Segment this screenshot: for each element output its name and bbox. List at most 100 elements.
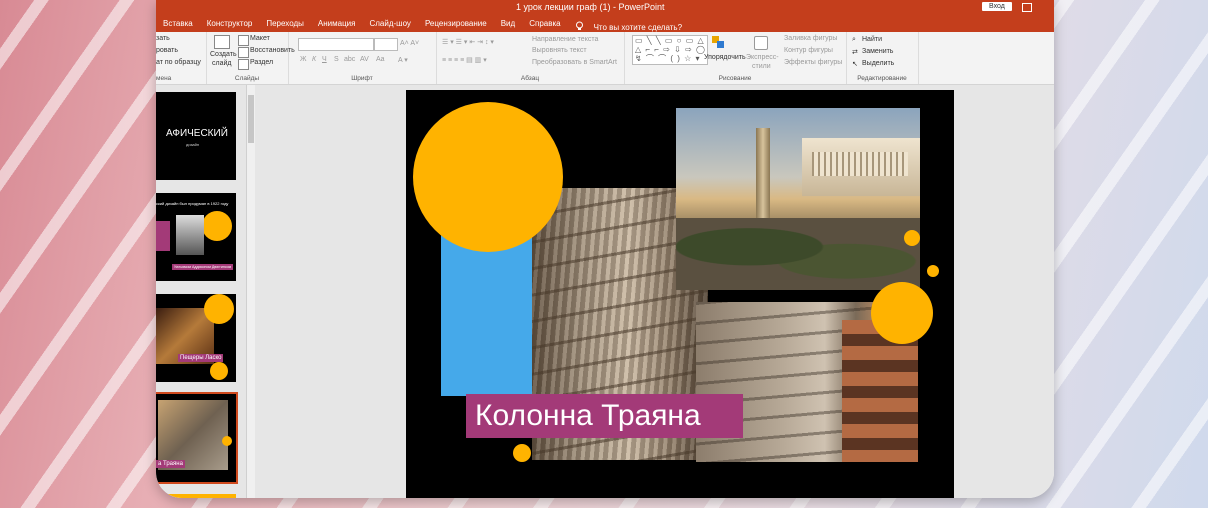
- font-size-dropdown[interactable]: [374, 38, 398, 51]
- thumbnail-3-circle-2: [210, 362, 228, 380]
- thumbnails-scrollbar[interactable]: [246, 85, 255, 498]
- window-title: 1 урок лекции граф (1) - PowerPoint: [516, 2, 665, 12]
- spacing-button[interactable]: AV: [360, 56, 369, 63]
- thumbnail-2-circle: [202, 211, 232, 241]
- tab-help[interactable]: Справка: [522, 16, 567, 32]
- strike-button[interactable]: abc: [344, 56, 355, 63]
- yellow-dot-1: [904, 230, 920, 246]
- slide-caption-text: Колонна Траяна: [475, 399, 701, 432]
- title-bar: 1 урок лекции граф (1) - PowerPoint Вход: [156, 0, 1054, 16]
- tab-view[interactable]: Вид: [494, 16, 522, 32]
- clipboard-group: зать ровать ат по образцу мена: [156, 32, 207, 84]
- font-grow-icon[interactable]: A˄ A˅: [400, 40, 419, 47]
- tab-design[interactable]: Конструктор: [200, 16, 260, 32]
- shape-fill-button[interactable]: Заливка фигуры: [784, 35, 837, 42]
- thumbnail-1-title: АФИЧЕСКИЙ: [166, 128, 228, 139]
- signin-button[interactable]: Вход: [982, 2, 1012, 11]
- slide-thumbnails-panel: АФИЧЕСКИЙ дизайн ский дизайн был придума…: [156, 85, 255, 498]
- paste-button[interactable]: зать: [156, 35, 170, 42]
- shape-effects-button[interactable]: Эффекты фигуры: [784, 59, 842, 66]
- thumbnail-2-caption: Уильямом Аддисоном Двиггинсом: [172, 264, 234, 270]
- quick-styles-icon[interactable]: [754, 36, 768, 50]
- trees: [676, 218, 920, 290]
- select-button[interactable]: Выделить: [862, 60, 894, 67]
- bold-button[interactable]: Ж: [300, 56, 306, 63]
- tell-me-box[interactable]: Что вы хотите сделать?: [568, 16, 696, 32]
- quick-styles-button-2[interactable]: стили: [752, 63, 771, 70]
- paragraph-group: ☰ ▾ ☰ ▾ ⇤ ⇥ ↕ ▾ Направление текста Выров…: [436, 32, 625, 84]
- layout-icon: [238, 35, 249, 46]
- new-slide-button-2[interactable]: слайд: [212, 60, 231, 67]
- tab-review[interactable]: Рецензирование: [418, 16, 494, 32]
- thumbnail-2-bar: [156, 221, 170, 251]
- right-gutter: [954, 85, 1054, 498]
- drawing-label: Рисование: [718, 75, 752, 82]
- find-button[interactable]: Найти: [862, 36, 882, 43]
- font-name-dropdown[interactable]: [298, 38, 374, 51]
- slide-caption-box[interactable]: Колонна Траяна: [466, 394, 743, 438]
- format-painter-button[interactable]: ат по образцу: [156, 59, 201, 66]
- align-icons[interactable]: ≡ ≡ ≡ ≡ ▤ ▥ ▾: [442, 56, 487, 64]
- powerpoint-window: 1 урок лекции граф (1) - PowerPoint Вход…: [156, 0, 1054, 498]
- thumbnail-2-text: ский дизайн был придуман в 1922 году: [156, 201, 229, 206]
- font-group: A˄ A˅ Ж К Ч S abc AV Aa A ▾ Шрифт: [288, 32, 437, 84]
- search-icon: ⌕: [852, 36, 856, 43]
- tab-transitions[interactable]: Переходы: [259, 16, 311, 32]
- reset-icon: [238, 47, 249, 58]
- arrange-icon[interactable]: [712, 36, 724, 48]
- new-slide-icon[interactable]: [214, 35, 230, 49]
- slide-thumbnail-1[interactable]: АФИЧЕСКИЙ дизайн: [156, 92, 236, 180]
- scrollbar-thumb[interactable]: [248, 95, 254, 143]
- ribbon-tabs: Вставка Конструктор Переходы Анимация Сл…: [156, 16, 1054, 32]
- section-button[interactable]: Раздел: [250, 59, 273, 66]
- edit-area: АФИЧЕСКИЙ дизайн ский дизайн был придума…: [156, 85, 1054, 498]
- thumbnail-1-subtitle: дизайн: [186, 142, 200, 147]
- slide-thumbnail-3[interactable]: Пещеры Ласко: [156, 294, 236, 382]
- slides-group: Создать слайд Макет Восстановить Раздел …: [206, 32, 295, 84]
- yellow-circle-large: [413, 102, 563, 252]
- copy-button[interactable]: ровать: [156, 47, 178, 54]
- italic-button[interactable]: К: [312, 56, 316, 63]
- arrange-button[interactable]: Упорядочить: [704, 54, 746, 61]
- slides-label: Слайды: [234, 75, 260, 82]
- monument-colonnade: [812, 152, 908, 176]
- font-label: Шрифт: [351, 75, 373, 82]
- forum-photo: [676, 108, 920, 290]
- slide-thumbnail-5[interactable]: [156, 494, 236, 498]
- text-direction-button[interactable]: Направление текста: [532, 36, 598, 43]
- smartart-button[interactable]: Преобразовать в SmartArt: [532, 59, 617, 66]
- align-text-button[interactable]: Выровнять текст: [532, 47, 587, 54]
- current-slide[interactable]: Колонна Траяна: [406, 90, 954, 498]
- layout-button[interactable]: Макет: [250, 35, 270, 42]
- shape-outline-button[interactable]: Контур фигуры: [784, 47, 833, 54]
- lightbulb-icon: [575, 21, 583, 30]
- shapes-gallery[interactable]: ▭ ╲ ╲ ▭ ○ ▭ △ △ ⌐ ⌐ ⇨ ⇩ ⇨ ◯ ↯ ⌒ ⌒ ( ) ☆ ▾: [632, 35, 708, 65]
- replace-button[interactable]: Заменить: [862, 48, 893, 55]
- quick-styles-button[interactable]: Экспресс-: [746, 54, 779, 61]
- ribbon-display-icon[interactable]: [1022, 3, 1032, 12]
- font-color-icon[interactable]: A ▾: [398, 56, 408, 64]
- underline-button[interactable]: Ч: [322, 56, 327, 63]
- case-button[interactable]: Aa: [376, 56, 385, 63]
- yellow-dot-3: [513, 444, 531, 462]
- tab-slideshow[interactable]: Слайд-шоу: [362, 16, 417, 32]
- tell-me-text: Что вы хотите сделать?: [593, 22, 683, 32]
- thumbnail-4-circle: [222, 436, 232, 446]
- section-icon: [238, 59, 249, 70]
- editing-label: Редактирование: [857, 75, 907, 82]
- thumbnail-3-caption: Пещеры Ласко: [178, 354, 224, 362]
- yellow-dot-2: [927, 265, 939, 277]
- tab-insert[interactable]: Вставка: [156, 16, 200, 32]
- thumbnail-2-portrait: [176, 215, 204, 255]
- tab-animations[interactable]: Анимация: [311, 16, 363, 32]
- new-slide-button[interactable]: Создать: [210, 51, 237, 58]
- thumbnail-4-caption: а Траяна: [156, 460, 185, 468]
- slide-thumbnail-2[interactable]: ский дизайн был придуман в 1922 году Уил…: [156, 193, 236, 281]
- slide-thumbnail-4-selected[interactable]: а Траяна: [156, 392, 238, 484]
- thumbnail-3-circle: [204, 294, 234, 324]
- shadow-button[interactable]: S: [334, 56, 339, 63]
- list-icons[interactable]: ☰ ▾ ☰ ▾ ⇤ ⇥ ↕ ▾: [442, 38, 494, 46]
- editing-group: ⌕ Найти ⇄ Заменить ↖ Выделить Редактиров…: [846, 32, 919, 84]
- drawing-group: ▭ ╲ ╲ ▭ ○ ▭ △ △ ⌐ ⌐ ⇨ ⇩ ⇨ ◯ ↯ ⌒ ⌒ ( ) ☆ ▾ …: [624, 32, 847, 84]
- paragraph-label: Абзац: [520, 75, 540, 82]
